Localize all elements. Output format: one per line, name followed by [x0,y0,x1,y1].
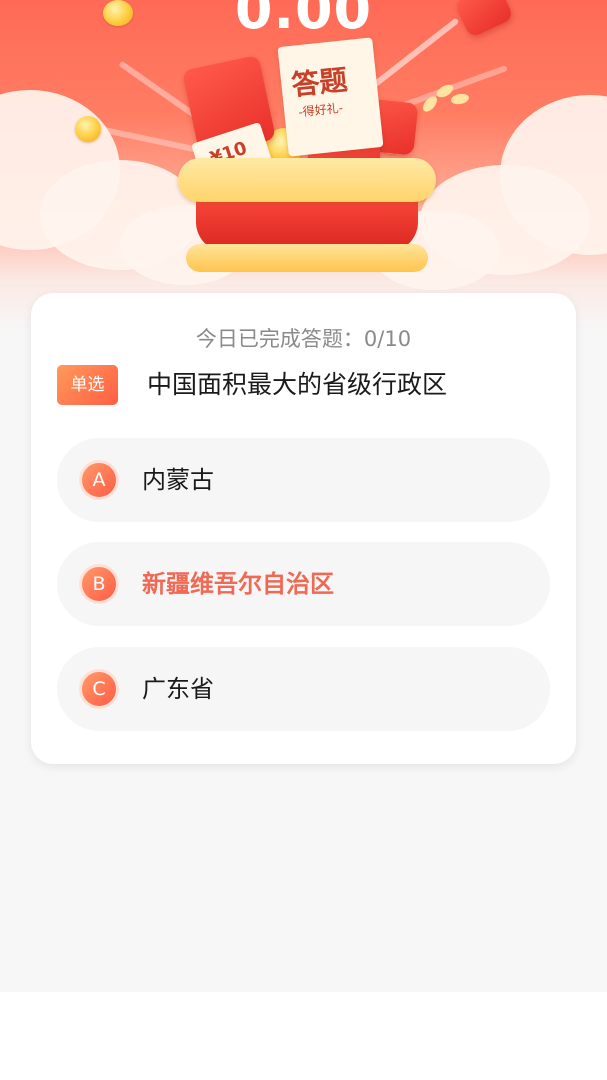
reward-banner: 0.00 答题 -得好礼- ¥10 [0,0,607,330]
ticket-title: 答题 [289,63,350,102]
daily-progress: 今日已完成答题：0/10 [195,327,412,351]
option-letter-b: B [79,564,119,604]
reward-amount: 0.00 [234,0,373,41]
option-label: 内蒙古 [142,466,214,494]
ticket-subtitle: -得好礼- [297,100,344,120]
quiz-card: 今日已完成答题：0/10 单选 中国面积最大的省级行政区 A 内蒙古 B 新疆维… [31,293,576,764]
option-letter-c: C [79,669,119,709]
option-a[interactable]: A 内蒙古 [57,438,550,522]
quiz-ticket: 答题 -得好礼- [277,37,384,157]
option-c[interactable]: C 广东省 [57,647,550,731]
gift-basket-base [186,244,428,272]
option-b[interactable]: B 新疆维吾尔自治区 [57,542,550,626]
coin-icon [103,0,133,26]
option-letter-a: A [79,460,119,500]
coin-icon [75,116,101,142]
option-label-selected: 新疆维吾尔自治区 [142,570,334,598]
option-label: 广东省 [142,675,214,703]
app-background: 0.00 答题 -得好礼- ¥10 今日已完成答题：0/10 单选 中国面积最大… [0,0,607,992]
gift-basket-rim [178,158,436,202]
leaf-decoration [450,92,470,106]
question-type-badge: 单选 [57,365,118,405]
question-text: 中国面积最大的省级行政区 [147,370,448,399]
